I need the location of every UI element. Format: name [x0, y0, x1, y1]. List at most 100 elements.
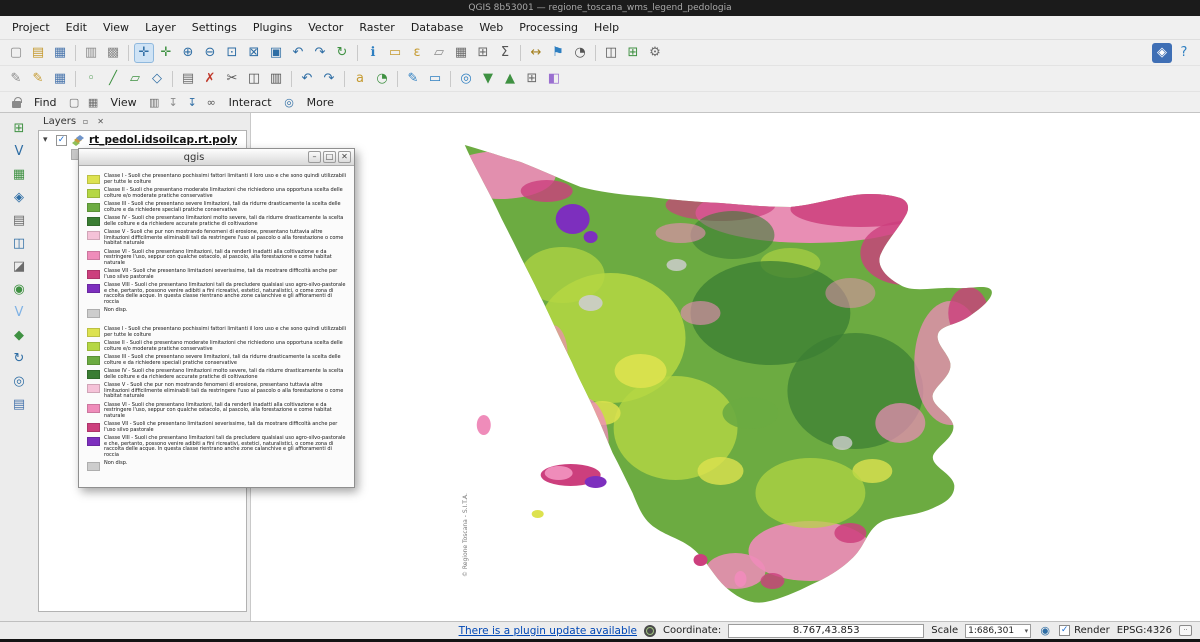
interact-label[interactable]: Interact: [222, 96, 279, 109]
statistical-summary-icon[interactable]: Σ: [495, 43, 515, 63]
crs-status[interactable]: EPSG:4326: [1117, 625, 1172, 636]
copy-features-icon[interactable]: ◫: [244, 69, 264, 89]
lock-icon[interactable]: [8, 94, 25, 111]
add-spatialite-layer-icon[interactable]: ◪: [8, 255, 30, 277]
pan-map-icon[interactable]: ✛: [134, 43, 154, 63]
deselect-features-icon[interactable]: ▱: [429, 43, 449, 63]
add-delimited-text-layer-icon[interactable]: ▤: [8, 209, 30, 231]
view-grid-icon[interactable]: ▥: [146, 94, 163, 111]
layer-diagram-icon[interactable]: ◔: [372, 69, 392, 89]
vertex-tool-icon[interactable]: ◇: [147, 69, 167, 89]
menu-database[interactable]: Database: [403, 18, 472, 37]
modify-attributes-icon[interactable]: ▤: [178, 69, 198, 89]
plugin-update-link[interactable]: There is a plugin update available: [459, 625, 637, 637]
menu-layer[interactable]: Layer: [137, 18, 184, 37]
layer-name[interactable]: rt_pedol.idsoilcap.rt.poly: [89, 134, 237, 146]
dialog-titlebar[interactable]: qgis – □ ✕: [79, 149, 354, 166]
view-pin-icon[interactable]: ↧: [165, 94, 182, 111]
select-features-icon[interactable]: ▭: [385, 43, 405, 63]
show-layout-manager-icon[interactable]: ▩: [103, 43, 123, 63]
add-wms-layer-icon[interactable]: ◉: [8, 278, 30, 300]
new-print-layout-icon[interactable]: ▥: [81, 43, 101, 63]
select-by-expression-icon[interactable]: ε: [407, 43, 427, 63]
zoom-full-icon[interactable]: ⊡: [222, 43, 242, 63]
dock-float-icon[interactable]: ▫: [80, 116, 91, 127]
menu-project[interactable]: Project: [4, 18, 58, 37]
view-link-icon[interactable]: ∞: [203, 94, 220, 111]
find-marquee-icon[interactable]: ▢: [66, 94, 83, 111]
zoom-out-icon[interactable]: ⊖: [200, 43, 220, 63]
open-attribute-table-icon[interactable]: ▦: [451, 43, 471, 63]
render-checkbox[interactable]: ✓: [1059, 625, 1070, 636]
pan-to-selection-icon[interactable]: ✛: [156, 43, 176, 63]
toggle-editing-icon[interactable]: ✎: [28, 69, 48, 89]
metasearch-icon[interactable]: ◎: [456, 69, 476, 89]
delete-selected-icon[interactable]: ✗: [200, 69, 220, 89]
paste-features-icon[interactable]: ▥: [266, 69, 286, 89]
form-annotation-icon[interactable]: ▭: [425, 69, 445, 89]
menu-settings[interactable]: Settings: [184, 18, 245, 37]
map-canvas[interactable]: © Regione Toscana - S.I.T.A.: [250, 113, 1200, 621]
wms-legend-dialog[interactable]: qgis – □ ✕ Classe I - Suoli che presenta…: [78, 148, 355, 488]
menu-help[interactable]: Help: [586, 18, 627, 37]
find-label[interactable]: Find: [27, 96, 64, 109]
maximize-icon[interactable]: □: [323, 151, 336, 163]
open-project-icon[interactable]: ▤: [28, 43, 48, 63]
osm-import-icon[interactable]: ⊞: [522, 69, 542, 89]
undo-icon[interactable]: ↶: [297, 69, 317, 89]
save-project-icon[interactable]: ▦: [50, 43, 70, 63]
python-console-icon[interactable]: ◈: [1152, 43, 1172, 63]
render-toggle[interactable]: ✓ Render: [1059, 625, 1110, 636]
zoom-to-selection-icon[interactable]: ⊠: [244, 43, 264, 63]
zoom-next-icon[interactable]: ↷: [310, 43, 330, 63]
save-layer-edits-icon[interactable]: ▦: [50, 69, 70, 89]
redo-icon[interactable]: ↷: [319, 69, 339, 89]
scale-combobox[interactable]: 1:686,301 ▾: [965, 624, 1031, 638]
add-point-feature-icon[interactable]: ◦: [81, 69, 101, 89]
zoom-last-icon[interactable]: ↶: [288, 43, 308, 63]
minimize-icon[interactable]: –: [308, 151, 321, 163]
menu-vector[interactable]: Vector: [300, 18, 351, 37]
layer-labeling-icon[interactable]: a: [350, 69, 370, 89]
menu-view[interactable]: View: [95, 18, 137, 37]
close-icon[interactable]: ✕: [338, 151, 351, 163]
magnifier-icon[interactable]: ◉: [1038, 624, 1052, 638]
processing-toolbox-icon[interactable]: ⚙: [645, 43, 665, 63]
spatial-bookmarks-icon[interactable]: ⚑: [548, 43, 568, 63]
osm-download-icon[interactable]: ▼: [478, 69, 498, 89]
dock-close-icon[interactable]: ✕: [95, 116, 106, 127]
layer-item[interactable]: ▾ ✓ rt_pedol.idsoilcap.rt.poly: [41, 133, 244, 147]
measure-line-icon[interactable]: ↔: [526, 43, 546, 63]
view-pin-alt-icon[interactable]: ↧: [184, 94, 201, 111]
identify-features-icon[interactable]: ℹ: [363, 43, 383, 63]
field-calculator-icon[interactable]: ⊞: [473, 43, 493, 63]
view-label[interactable]: View: [104, 96, 144, 109]
new-geopackage-layer-icon[interactable]: ◆: [8, 324, 30, 346]
menu-plugins[interactable]: Plugins: [245, 18, 300, 37]
add-raster-layer-icon[interactable]: ▦: [8, 163, 30, 185]
messages-icon[interactable]: ··: [1179, 625, 1192, 636]
cut-features-icon[interactable]: ✂: [222, 69, 242, 89]
window-titlebar[interactable]: QGIS 8b53001 — regione_toscana_wms_legen…: [0, 0, 1200, 16]
text-annotation-icon[interactable]: ✎: [403, 69, 423, 89]
menu-edit[interactable]: Edit: [58, 18, 95, 37]
osm-upload-icon[interactable]: ▲: [500, 69, 520, 89]
coordinate-input[interactable]: [728, 624, 924, 638]
expander-icon[interactable]: ▾: [43, 135, 52, 145]
add-polygon-feature-icon[interactable]: ▱: [125, 69, 145, 89]
more-label[interactable]: More: [300, 96, 341, 109]
add-line-feature-icon[interactable]: ╱: [103, 69, 123, 89]
style-dock-icon[interactable]: ◧: [544, 69, 564, 89]
help-contents-icon[interactable]: ?: [1174, 43, 1194, 63]
open-data-source-manager-icon[interactable]: ⊞: [8, 117, 30, 139]
new-project-icon[interactable]: ▢: [6, 43, 26, 63]
temporal-controller-icon[interactable]: ◔: [570, 43, 590, 63]
zoom-to-layer-icon[interactable]: ▣: [266, 43, 286, 63]
current-edits-icon[interactable]: ✎: [6, 69, 26, 89]
chevron-down-icon[interactable]: ▾: [1025, 627, 1029, 635]
menu-processing[interactable]: Processing: [511, 18, 586, 37]
find-table-icon[interactable]: ▦: [85, 94, 102, 111]
add-postgis-layer-icon[interactable]: ◫: [8, 232, 30, 254]
osm-place-search-icon[interactable]: ◎: [8, 370, 30, 392]
layer-visibility-checkbox[interactable]: ✓: [56, 135, 67, 146]
